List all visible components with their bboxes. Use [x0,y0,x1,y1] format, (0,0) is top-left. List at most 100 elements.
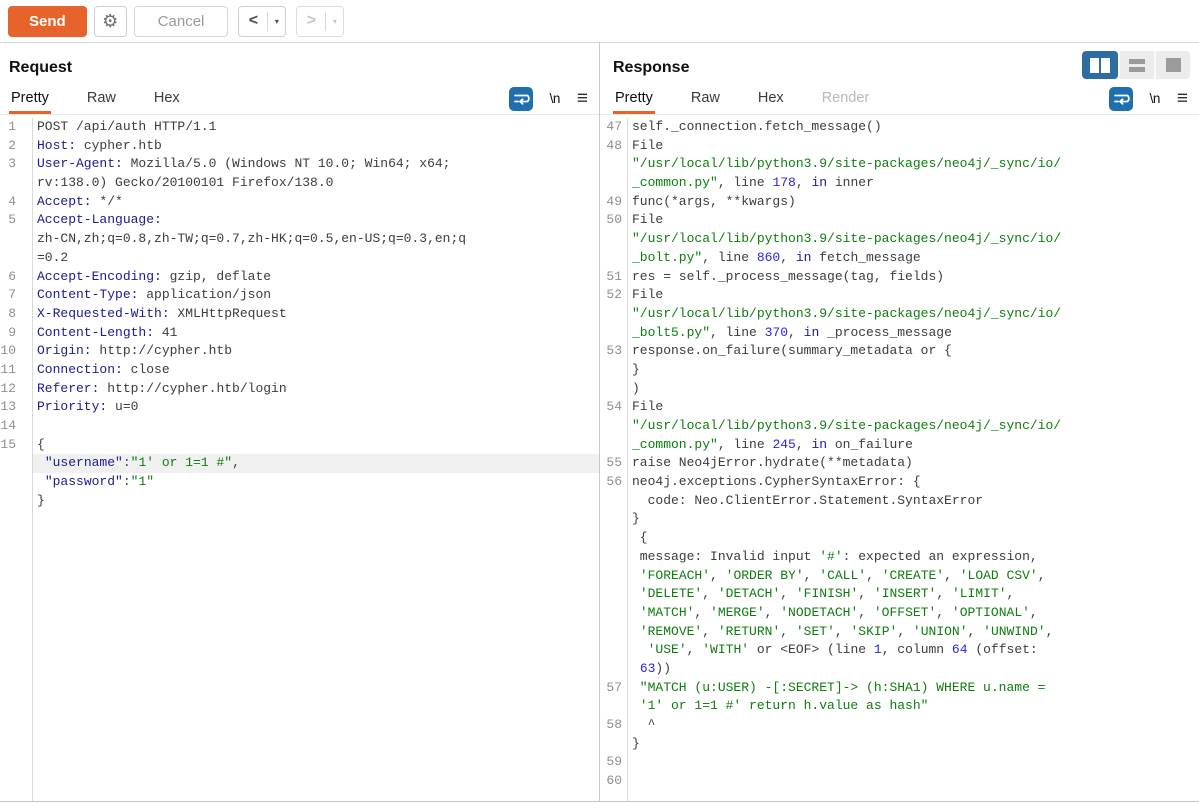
code-line[interactable]: Accept-Language: [33,211,599,230]
code-line[interactable]: } [628,735,1199,754]
code-line[interactable]: Host: cypher.htb [33,137,599,156]
cancel-button[interactable]: Cancel [133,5,229,37]
code-line[interactable]: neo4j.exceptions.CypherSyntaxError: { [628,473,1199,492]
word-wrap-icon[interactable] [1108,86,1133,111]
code-line[interactable]: "password":"1" [33,473,599,492]
code-line[interactable]: _common.py", line 245, in on_failure [628,436,1199,455]
line-number: 48 [606,137,622,153]
code-line[interactable]: res = self._process_message(tag, fields) [628,268,1199,287]
code-line[interactable]: _common.py", line 178, in inner [628,174,1199,193]
code-line[interactable]: ^ [628,716,1199,735]
request-lines: POST /api/auth HTTP/1.1 Host: cypher.htb U… [33,118,599,801]
line-number: 60 [606,773,622,789]
code-line[interactable]: Priority: u=0 [33,398,599,417]
tab-hex[interactable]: Hex [152,83,182,114]
code-line[interactable]: X-Requested-With: XMLHttpRequest [33,305,599,324]
hamburger-menu-icon[interactable]: ≡ [577,89,588,108]
code-segment: , [897,623,913,639]
tab-pretty[interactable]: Pretty [613,83,655,114]
code-line[interactable]: 'FOREACH', 'ORDER BY', 'CALL', 'CREATE',… [628,567,1199,586]
code-line[interactable]: func(*args, **kwargs) [628,193,1199,212]
newline-toggle-icon[interactable]: \n [550,91,561,106]
code-segment: , [967,623,984,639]
code-line[interactable]: Accept: */* [33,193,599,212]
tab-raw[interactable]: Raw [85,83,118,114]
columns-view-button[interactable] [1082,51,1118,79]
code-line[interactable]: } [628,361,1199,380]
code-line[interactable] [628,753,1199,772]
code-line[interactable]: "/usr/local/lib/python3.9/site-packages/… [628,230,1199,249]
code-line[interactable]: response.on_failure(summary_metadata or … [628,342,1199,361]
code-line[interactable]: zh-CN,zh;q=0.8,zh-TW;q=0.7,zh-HK;q=0.5,e… [33,230,599,249]
code-line[interactable]: File [628,137,1199,156]
response-editor[interactable]: 47 48 49 50 51 52 53 54 55 56 57 58 59 60 sel… [600,115,1199,801]
code-line[interactable]: Connection: close [33,361,599,380]
code-segment: (offset: [967,642,1038,658]
code-line[interactable]: "/usr/local/lib/python3.9/site-packages/… [628,417,1199,436]
code-line[interactable]: "/usr/local/lib/python3.9/site-packages/… [628,155,1199,174]
history-back-button[interactable]: < ▾ [238,5,287,37]
code-line[interactable]: "MATCH (u:USER) -[:SECRET]-> (h:SHA1) WH… [628,679,1199,698]
code-line[interactable] [628,772,1199,791]
code-line[interactable]: 'REMOVE', 'RETURN', 'SET', 'SKIP', 'UNIO… [628,623,1199,642]
hamburger-menu-icon[interactable]: ≡ [1177,89,1188,108]
code-line[interactable]: Content-Type: application/json [33,286,599,305]
code-line[interactable]: File [628,286,1199,305]
code-segment: , [764,604,781,620]
code-line[interactable]: message: Invalid input '#': expected an … [628,548,1199,567]
code-segment: Content-Type: [37,287,139,303]
code-line[interactable]: _bolt5.py", line 370, in _process_messag… [628,324,1199,343]
line-number [0,249,16,268]
settings-button[interactable]: ⚙ [93,5,127,37]
code-line[interactable]: raise Neo4jError.hydrate(**metadata) [628,454,1199,473]
code-line[interactable]: { [33,436,599,455]
code-segment: 'DELETE' [639,586,703,602]
code-line[interactable]: File [628,211,1199,230]
code-line[interactable]: Referer: http://cypher.htb/login [33,380,599,399]
code-segment: } [632,735,640,751]
code-line[interactable] [33,417,599,436]
code-line[interactable]: "/usr/local/lib/python3.9/site-packages/… [628,305,1199,324]
code-line[interactable]: { [628,529,1199,548]
code-line[interactable]: '1' or 1=1 #' return h.value as hash" [628,697,1199,716]
code-line[interactable]: } [33,492,599,511]
tab-raw[interactable]: Raw [689,83,722,114]
code-line[interactable]: Origin: http://cypher.htb [33,342,599,361]
newline-toggle-icon[interactable]: \n [1150,91,1161,106]
word-wrap-icon[interactable] [508,86,533,111]
code-line[interactable]: POST /api/auth HTTP/1.1 [33,118,599,137]
tab-pretty[interactable]: Pretty [9,83,51,114]
code-line[interactable]: 'USE', 'WITH' or <EOF> (line 1, column 6… [628,641,1199,660]
tab-hex[interactable]: Hex [756,83,786,114]
code-line[interactable]: =0.2 [33,249,599,268]
history-forward-button: > ▾ [296,5,345,37]
rows-view-button[interactable] [1118,51,1154,79]
code-segment: , line [717,175,773,191]
chevron-down-icon[interactable]: ▾ [268,17,285,26]
send-button[interactable]: Send [8,5,87,37]
code-line[interactable]: ) [628,380,1199,399]
code-segment: File [632,399,664,415]
request-editor[interactable]: 123 45 6 7 8 9 10 11 12 13 14 15 POST /api/auth H… [0,115,599,801]
code-line[interactable]: Content-Length: 41 [33,324,599,343]
code-line[interactable]: _bolt.py", line 860, in fetch_message [628,249,1199,268]
code-line[interactable]: File [628,398,1199,417]
line-number [600,230,622,249]
code-segment: )) [655,660,672,676]
code-line[interactable]: 'DELETE', 'DETACH', 'FINISH', 'INSERT', … [628,585,1199,604]
code-segment: Mozilla/5.0 (Windows NT 10.0; Win64; x64… [122,156,451,172]
line-number [600,436,622,455]
code-line[interactable]: rv:138.0) Gecko/20100101 Firefox/138.0 [33,174,599,193]
single-view-button[interactable] [1154,51,1190,79]
code-segment: gzip, deflate [161,268,272,284]
code-line[interactable]: } [628,510,1199,529]
code-line[interactable]: Accept-Encoding: gzip, deflate [33,268,599,287]
code-line[interactable]: User-Agent: Mozilla/5.0 (Windows NT 10.0… [33,155,599,174]
code-line[interactable]: 'MATCH', 'MERGE', 'NODETACH', 'OFFSET', … [628,604,1199,623]
code-segment: "/usr/local/lib/python3.9/site-packages/… [632,418,1062,433]
code-line[interactable]: "username":"1' or 1=1 #", [33,454,599,474]
code-segment: 1 [873,642,882,658]
code-line[interactable]: self._connection.fetch_message() [628,118,1199,137]
code-line[interactable]: code: Neo.ClientError.Statement.SyntaxEr… [628,492,1199,511]
code-line[interactable]: 63)) [628,660,1199,679]
